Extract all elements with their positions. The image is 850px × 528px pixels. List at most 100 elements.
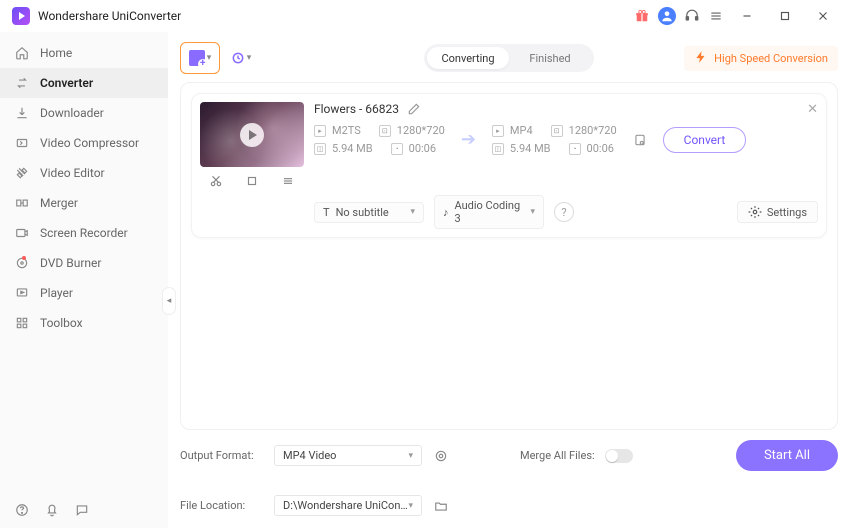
sidebar-item-home[interactable]: Home <box>0 38 168 68</box>
chevron-down-icon: ▾ <box>247 53 252 63</box>
settings-label: Settings <box>767 206 807 219</box>
app-logo <box>12 7 30 25</box>
arrow-icon: ➔ <box>461 129 476 150</box>
sidebar-item-label: Downloader <box>40 106 104 120</box>
video-thumbnail[interactable] <box>200 102 304 167</box>
sidebar-item-downloader[interactable]: Downloader <box>0 98 168 128</box>
bell-icon[interactable] <box>44 502 60 518</box>
sidebar-item-editor[interactable]: Video Editor <box>0 158 168 188</box>
file-list: ✕ Flowers - 66823 <box>180 82 838 430</box>
sidebar-item-label: Screen Recorder <box>40 226 128 240</box>
remove-file-button[interactable]: ✕ <box>807 102 818 117</box>
sidebar-item-label: Merger <box>40 196 78 210</box>
sidebar-item-dvd[interactable]: DVD Burner <box>0 248 168 278</box>
sidebar-item-player[interactable]: Player <box>0 278 168 308</box>
close-button[interactable] <box>808 4 838 28</box>
support-icon[interactable] <box>684 8 700 24</box>
audio-value: Audio Coding 3 <box>455 199 525 225</box>
video-icon: ▸ <box>492 125 504 137</box>
sidebar-item-label: DVD Burner <box>40 256 101 270</box>
output-settings-icon[interactable] <box>432 447 450 465</box>
record-icon <box>14 225 30 241</box>
tab-converting[interactable]: Converting <box>427 47 509 69</box>
player-icon <box>14 285 30 301</box>
high-speed-conversion-button[interactable]: High Speed Conversion <box>684 46 838 71</box>
hsc-label: High Speed Conversion <box>714 52 828 65</box>
rename-icon[interactable] <box>407 102 421 116</box>
merge-toggle[interactable] <box>605 449 633 463</box>
minimize-button[interactable] <box>732 4 762 28</box>
sidebar-item-label: Player <box>40 286 73 300</box>
sidebar-item-label: Home <box>40 46 72 60</box>
download-icon <box>14 105 30 121</box>
settings-button[interactable]: Settings <box>737 201 818 223</box>
sidebar-item-compressor[interactable]: Video Compressor <box>0 128 168 158</box>
video-icon: ▸ <box>314 125 326 137</box>
home-icon <box>14 45 30 61</box>
dst-resolution: 1280*720 <box>569 124 617 137</box>
sidebar-item-label: Toolbox <box>40 316 83 330</box>
output-format-label: Output Format: <box>180 449 264 462</box>
open-folder-icon[interactable] <box>432 497 450 515</box>
dst-duration: 00:06 <box>587 142 614 155</box>
output-format-value: MP4 Video <box>283 449 336 462</box>
subtitle-value: No subtitle <box>336 206 389 219</box>
src-size: 5.94 MB <box>332 142 373 155</box>
toolbox-icon <box>14 315 30 331</box>
avatar[interactable] <box>658 7 676 25</box>
src-duration: 00:06 <box>409 142 436 155</box>
info-icon[interactable]: ? <box>554 202 574 222</box>
src-resolution: 1280*720 <box>397 124 445 137</box>
tab-finished[interactable]: Finished <box>509 47 591 69</box>
app-title: Wondershare UniConverter <box>38 9 181 23</box>
size-icon: ◫ <box>492 143 504 155</box>
add-from-device-button[interactable]: ▾ <box>226 43 256 73</box>
sidebar-item-label: Video Compressor <box>40 136 139 150</box>
output-settings-icon[interactable] <box>629 129 651 151</box>
file-location-select[interactable]: D:\Wondershare UniConverter 1▾ <box>274 495 422 516</box>
sidebar-item-converter[interactable]: Converter <box>0 68 168 98</box>
dst-size: 5.94 MB <box>510 142 551 155</box>
convert-icon <box>14 75 30 91</box>
add-files-button[interactable]: ▾ <box>180 42 220 74</box>
maximize-button[interactable] <box>770 4 800 28</box>
feedback-icon[interactable] <box>74 502 90 518</box>
sidebar-item-merger[interactable]: Merger <box>0 188 168 218</box>
res-icon: ⊡ <box>379 125 391 137</box>
trim-icon[interactable] <box>209 174 223 188</box>
play-icon <box>240 123 264 147</box>
badge-dot <box>22 256 26 260</box>
compress-icon <box>14 135 30 151</box>
help-icon[interactable] <box>14 502 30 518</box>
audio-select[interactable]: ♪Audio Coding 3▾ <box>434 195 544 229</box>
sidebar-item-recorder[interactable]: Screen Recorder <box>0 218 168 248</box>
output-format-select[interactable]: MP4 Video▾ <box>274 445 422 466</box>
res-icon: ⊡ <box>551 125 563 137</box>
sidebar-item-label: Video Editor <box>40 166 105 180</box>
convert-button[interactable]: Convert <box>663 127 747 153</box>
sidebar: Home Converter Downloader Video Compress… <box>0 32 168 528</box>
crop-icon[interactable] <box>245 174 259 188</box>
more-icon[interactable] <box>281 174 295 188</box>
file-title: Flowers - 66823 <box>314 102 399 116</box>
file-card: ✕ Flowers - 66823 <box>191 93 827 238</box>
dst-format: MP4 <box>510 124 533 137</box>
menu-icon[interactable] <box>708 8 724 24</box>
sidebar-item-label: Converter <box>40 76 93 90</box>
merge-label: Merge All Files: <box>520 449 595 462</box>
subtitle-select[interactable]: TNo subtitle▾ <box>314 202 424 223</box>
duration-icon: ◔ <box>569 143 581 155</box>
gift-icon[interactable] <box>634 8 650 24</box>
sidebar-item-toolbox[interactable]: Toolbox <box>0 308 168 338</box>
start-all-button[interactable]: Start All <box>736 440 838 471</box>
bolt-icon <box>694 50 708 67</box>
file-location-label: File Location: <box>180 499 264 512</box>
duration-icon: ◔ <box>391 143 403 155</box>
src-format: M2TS <box>332 124 361 137</box>
tab-segment: Converting Finished <box>424 44 594 72</box>
editor-icon <box>14 165 30 181</box>
sidebar-collapse-button[interactable]: ◂ <box>162 287 176 315</box>
merger-icon <box>14 195 30 211</box>
file-location-value: D:\Wondershare UniConverter 1 <box>283 499 408 512</box>
size-icon: ◫ <box>314 143 326 155</box>
